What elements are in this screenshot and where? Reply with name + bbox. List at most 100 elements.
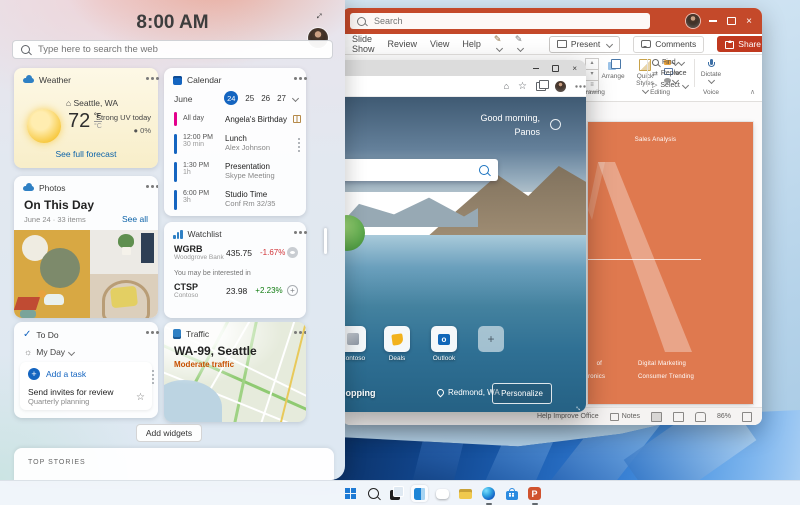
plus-icon: + bbox=[487, 332, 494, 346]
find-button[interactable]: Find bbox=[652, 59, 688, 66]
calendar-event[interactable]: 1:30 PM1h PresentationSkype Meeting bbox=[174, 162, 275, 182]
widget-menu-icon[interactable] bbox=[146, 331, 149, 334]
tab-view[interactable]: View bbox=[430, 39, 449, 49]
chat-button[interactable] bbox=[434, 485, 451, 502]
pen-icon[interactable]: ✎ bbox=[515, 34, 523, 55]
date-option[interactable]: 26 bbox=[261, 94, 270, 103]
todo-widget[interactable]: ✓To Do ☼ My Day + Add a task Send invite… bbox=[14, 322, 158, 418]
calendar-widget[interactable]: Calendar June 24 25 26 27 All day Angela… bbox=[164, 68, 306, 216]
slideshow-view-icon[interactable] bbox=[695, 412, 706, 422]
photo-thumbnail[interactable] bbox=[90, 274, 158, 318]
photo-thumbnail[interactable] bbox=[90, 230, 158, 274]
personalize-button[interactable]: Personalize bbox=[492, 383, 552, 404]
page-settings-icon[interactable]: ⌂ bbox=[504, 81, 509, 91]
favorites-star-icon[interactable]: ☆ bbox=[518, 81, 527, 92]
quicklink-deals[interactable] bbox=[384, 326, 410, 352]
taskbar-search-button[interactable] bbox=[365, 485, 382, 502]
maximize-button[interactable] bbox=[552, 65, 559, 72]
calendar-event[interactable]: 12:00 PM30 min LunchAlex Johnson bbox=[174, 134, 270, 154]
close-button[interactable]: × bbox=[744, 16, 754, 26]
watching-eye-icon[interactable] bbox=[287, 247, 298, 258]
minimize-button[interactable] bbox=[533, 68, 539, 69]
profile-avatar[interactable] bbox=[555, 81, 566, 92]
task-item[interactable]: Send invites for review Quarterly planni… bbox=[28, 387, 130, 406]
photo-thumbnail[interactable] bbox=[14, 230, 90, 318]
tab-slide-show[interactable]: Slide Show bbox=[352, 34, 375, 54]
scroll-indicator[interactable] bbox=[152, 370, 154, 372]
widget-menu-icon[interactable] bbox=[294, 77, 297, 80]
comments-button[interactable]: Comments bbox=[633, 36, 704, 53]
collections-icon[interactable] bbox=[536, 82, 546, 91]
help-improve-office[interactable]: Help Improve Office bbox=[537, 413, 599, 420]
select-button[interactable]: ▷Select bbox=[652, 81, 688, 89]
scroll-indicator[interactable] bbox=[298, 138, 300, 140]
zoom-level[interactable]: 86% bbox=[717, 413, 731, 420]
traffic-widget[interactable]: Traffic WA-99, Seattle Moderate traffic bbox=[164, 322, 306, 422]
top-stories-section[interactable]: TOP STORIES bbox=[14, 448, 334, 480]
powerpoint-button[interactable]: P bbox=[526, 485, 543, 502]
calendar-event[interactable]: All day Angela's Birthday bbox=[174, 112, 301, 126]
add-quicklink-tile[interactable]: + bbox=[478, 326, 504, 352]
location-chip[interactable]: Redmond, WA bbox=[437, 388, 500, 397]
shape-gallery[interactable]: ▴ ▾ ≡ bbox=[585, 58, 599, 92]
star-important-icon[interactable]: ☆ bbox=[136, 392, 145, 403]
web-search-bar[interactable] bbox=[12, 40, 333, 59]
add-widgets-button[interactable]: Add widgets bbox=[136, 424, 202, 442]
slide-canvas[interactable]: Sales Analysis of ronics Digital Marketi… bbox=[588, 122, 753, 404]
widget-menu-icon[interactable] bbox=[294, 231, 297, 234]
powerpoint-search-box[interactable] bbox=[350, 13, 650, 29]
laser-pointer-icon[interactable]: ✎ bbox=[494, 34, 502, 55]
store-button[interactable] bbox=[503, 485, 520, 502]
more-options-icon[interactable] bbox=[575, 85, 577, 87]
start-button[interactable] bbox=[342, 485, 359, 502]
edge-button[interactable] bbox=[480, 485, 497, 502]
watchlist-widget[interactable]: Watchlist WGRBWoodgrove Bank 435.75 -1.6… bbox=[164, 222, 306, 318]
see-all-link[interactable]: See all bbox=[122, 214, 148, 224]
widget-menu-icon[interactable] bbox=[146, 77, 149, 80]
weather-widget[interactable]: Weather ⌂ Seattle, WA 72 °F °C Strong UV… bbox=[14, 68, 158, 168]
add-stock-icon[interactable]: + bbox=[287, 285, 298, 296]
stock-row[interactable]: CTSPContoso 23.98 +2.23% + bbox=[174, 282, 298, 299]
dictate-mic-icon bbox=[708, 59, 714, 69]
quicklink-outlook[interactable]: o bbox=[431, 326, 457, 352]
bing-search-bar[interactable] bbox=[340, 159, 498, 181]
task-view-button[interactable] bbox=[388, 485, 405, 502]
normal-view-icon[interactable] bbox=[651, 412, 662, 422]
photos-widget[interactable]: Photos On This Day June 24 · 33 items Se… bbox=[14, 176, 158, 318]
widget-menu-icon[interactable] bbox=[294, 331, 297, 334]
dictate-button[interactable]: Dictate bbox=[694, 59, 728, 87]
share-button[interactable]: Share bbox=[717, 36, 762, 52]
slide-sorter-icon[interactable] bbox=[673, 412, 684, 422]
stock-row[interactable]: WGRBWoodgrove Bank 435.75 -1.67% bbox=[174, 244, 298, 261]
avatar[interactable] bbox=[686, 14, 700, 28]
replace-button[interactable]: ⇄Replace bbox=[652, 70, 688, 78]
date-option[interactable]: 25 bbox=[245, 94, 254, 103]
chevron-down-icon[interactable] bbox=[292, 94, 299, 101]
see-full-forecast-link[interactable]: See full forecast bbox=[14, 149, 158, 159]
date-option[interactable]: 27 bbox=[277, 94, 286, 103]
fit-slide-icon[interactable] bbox=[742, 412, 752, 422]
collapse-ribbon-icon[interactable]: ∧ bbox=[750, 88, 755, 96]
close-button[interactable]: × bbox=[572, 64, 577, 73]
date-selected[interactable]: 24 bbox=[224, 91, 238, 105]
arrange-button[interactable]: Arrange bbox=[600, 59, 626, 80]
widgets-panel: 8:00 AM ↔ Weather ⌂ Seattle, WA 72 °F °C… bbox=[0, 0, 345, 480]
minimize-button[interactable] bbox=[708, 16, 718, 26]
calendar-event[interactable]: 6:00 PM3h Studio TimeConf Rm 32/35 bbox=[174, 190, 275, 210]
page-settings-gear-icon[interactable] bbox=[550, 119, 561, 130]
add-task-button[interactable]: + Add a task bbox=[28, 368, 86, 380]
file-explorer-button[interactable] bbox=[457, 485, 474, 502]
widget-menu-icon[interactable] bbox=[146, 185, 149, 188]
maximize-button[interactable] bbox=[726, 16, 736, 26]
todo-list-selector[interactable]: ☼ My Day bbox=[24, 347, 74, 357]
tab-review[interactable]: Review bbox=[388, 39, 418, 49]
unit-celsius[interactable]: °C bbox=[94, 122, 102, 130]
outlook-icon: o bbox=[438, 334, 450, 345]
panel-scrollbar-handle[interactable] bbox=[324, 228, 327, 254]
present-button[interactable]: Present bbox=[549, 36, 620, 53]
powerpoint-search-input[interactable] bbox=[372, 15, 643, 27]
web-search-input[interactable] bbox=[36, 43, 324, 56]
tab-help[interactable]: Help bbox=[462, 39, 481, 49]
widgets-button[interactable] bbox=[411, 485, 428, 502]
notes-button[interactable]: Notes bbox=[610, 413, 640, 421]
